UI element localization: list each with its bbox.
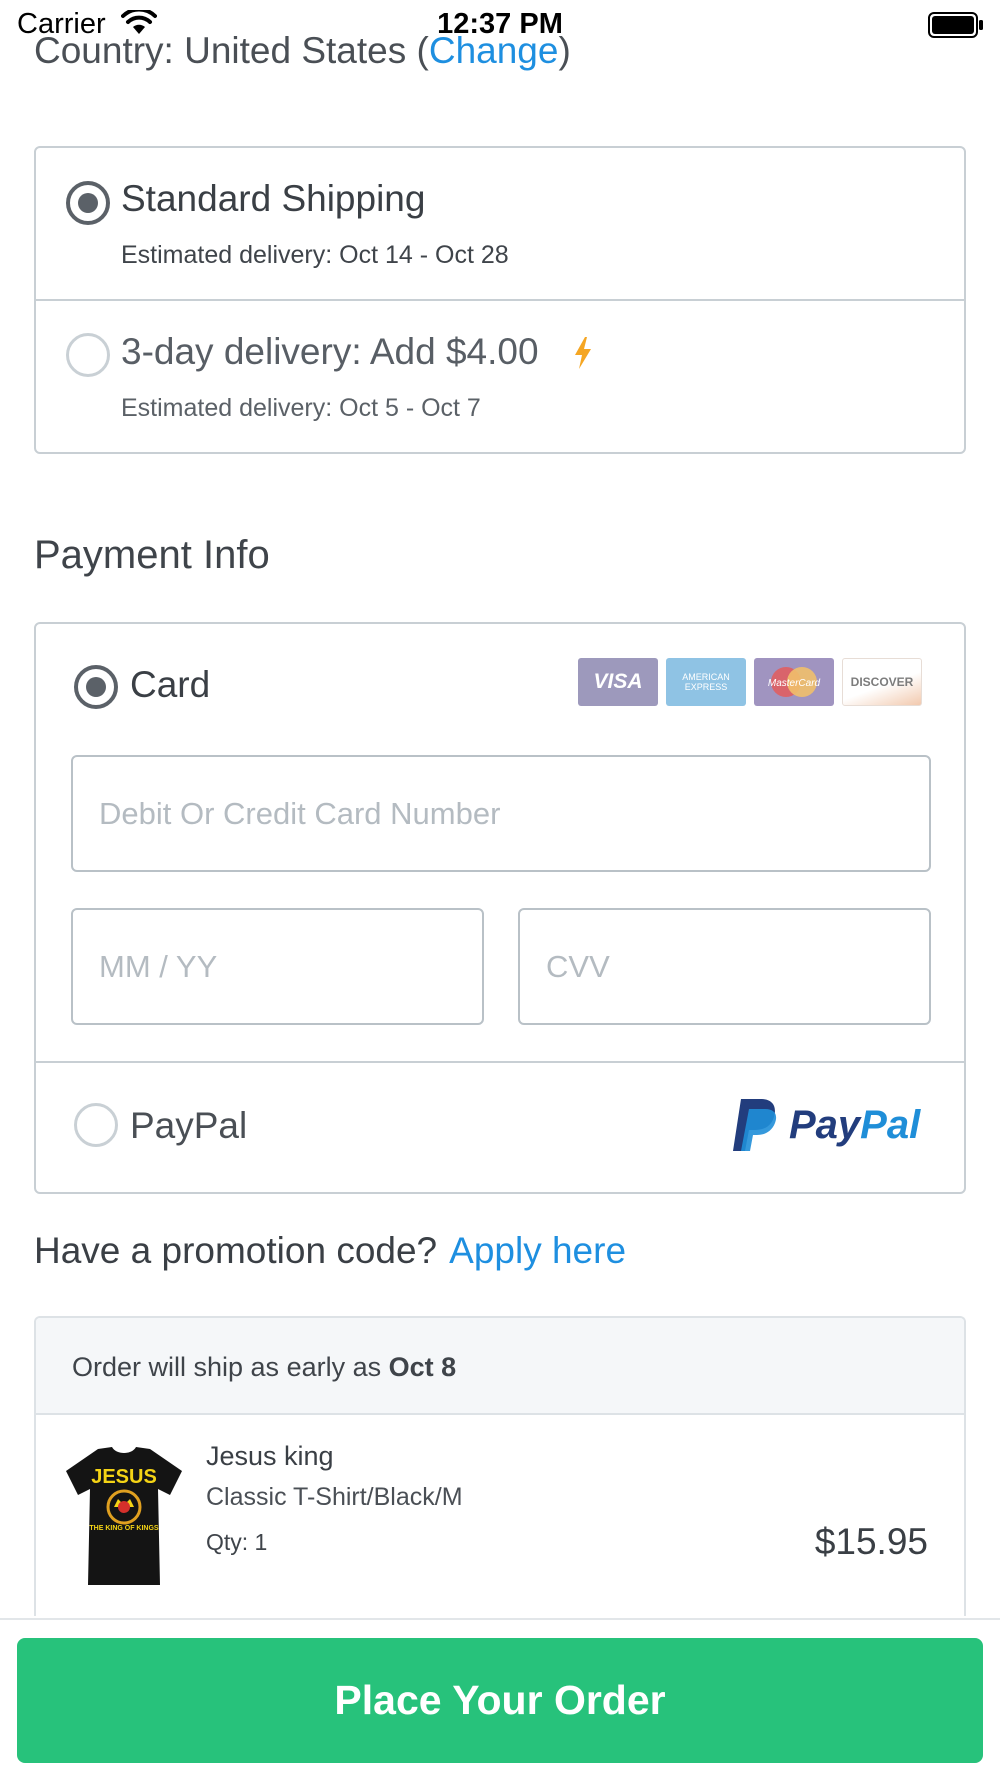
paypal-label: PayPal bbox=[130, 1105, 248, 1146]
cvv-field[interactable] bbox=[518, 908, 931, 1025]
expiry-input[interactable] bbox=[73, 910, 482, 1023]
cvv-input[interactable] bbox=[520, 910, 929, 1023]
mastercard-logo-icon: MasterCard bbox=[754, 658, 834, 706]
status-bar: Carrier 12:37 PM bbox=[0, 0, 1000, 50]
lightning-bolt-icon bbox=[575, 337, 591, 369]
mastercard-text: MasterCard bbox=[768, 678, 821, 689]
product-quantity: Qty: 1 bbox=[206, 1529, 268, 1555]
bottom-action-bar: Place Your Order bbox=[0, 1618, 1000, 1778]
paypal-p-icon bbox=[733, 1099, 777, 1151]
card-number-field[interactable] bbox=[71, 755, 931, 872]
battery-icon bbox=[928, 12, 983, 38]
shirt-print-title: JESUS bbox=[91, 1466, 157, 1488]
discover-logo-icon: DISCOVER bbox=[842, 658, 922, 706]
shipping-option-standard[interactable]: Standard Shipping Estimated delivery: Oc… bbox=[36, 148, 964, 301]
shipping-option-3day[interactable]: 3-day delivery: Add $4.00 Estimated deli… bbox=[36, 301, 964, 454]
product-tshirt-image: JESUS THE KING OF KINGS bbox=[66, 1447, 182, 1585]
mastercard-circles-icon: MasterCard bbox=[768, 667, 821, 697]
order-ship-banner: Order will ship as early as Oct 8 bbox=[36, 1318, 964, 1415]
paypal-logo: PayPal bbox=[731, 1097, 931, 1153]
shipping-option-estimate: Estimated delivery: Oct 14 - Oct 28 bbox=[121, 241, 509, 269]
shipping-option-title: Standard Shipping bbox=[121, 178, 426, 219]
payment-info-title: Payment Info bbox=[34, 533, 270, 577]
order-ship-text: Order will ship as early as Oct 8 bbox=[72, 1352, 456, 1383]
product-variant: Classic T-Shirt/Black/M bbox=[206, 1483, 463, 1511]
payment-methods: Card VISA AMERICAN EXPRESS MasterCard DI… bbox=[34, 622, 966, 1194]
payment-option-paypal[interactable]: PayPal PayPal bbox=[36, 1063, 964, 1194]
card-label: Card bbox=[130, 664, 211, 705]
promo-question: Have a promotion code? bbox=[34, 1230, 438, 1271]
product-price: $15.95 bbox=[814, 1521, 928, 1562]
card-radio[interactable] bbox=[74, 665, 118, 709]
shipping-option-estimate: Estimated delivery: Oct 5 - Oct 7 bbox=[121, 394, 481, 422]
paypal-radio[interactable] bbox=[74, 1103, 118, 1147]
place-order-button[interactable]: Place Your Order bbox=[17, 1638, 983, 1763]
shirt-print-subtitle: THE KING OF KINGS bbox=[89, 1525, 159, 1532]
paypal-wordmark-pay: Pay bbox=[789, 1103, 861, 1147]
status-time: 12:37 PM bbox=[437, 8, 563, 40]
apply-promo-link[interactable]: Apply here bbox=[449, 1230, 626, 1271]
shipping-options: Standard Shipping Estimated delivery: Oc… bbox=[34, 146, 966, 454]
standard-shipping-radio[interactable] bbox=[66, 181, 110, 225]
shipping-option-title: 3-day delivery: Add $4.00 bbox=[121, 331, 539, 372]
expiry-field[interactable] bbox=[71, 908, 484, 1025]
order-summary: Order will ship as early as Oct 8 JESUS … bbox=[34, 1316, 966, 1616]
order-ship-label: Order will ship as early as bbox=[72, 1352, 382, 1382]
card-number-input[interactable] bbox=[73, 757, 929, 870]
product-name: Jesus king bbox=[206, 1441, 334, 1471]
paypal-wordmark-pal: Pal bbox=[860, 1103, 921, 1147]
visa-logo-icon: VISA bbox=[578, 658, 658, 706]
paypal-wordmark: PayPal bbox=[789, 1103, 920, 1148]
order-ship-date: Oct 8 bbox=[388, 1352, 457, 1382]
three-day-shipping-radio[interactable] bbox=[66, 333, 110, 377]
payment-option-card[interactable]: Card VISA AMERICAN EXPRESS MasterCard DI… bbox=[36, 624, 964, 1063]
amex-logo-icon: AMERICAN EXPRESS bbox=[666, 658, 746, 706]
promo-code-row: Have a promotion code? Apply here bbox=[34, 1230, 626, 1272]
card-logos: VISA AMERICAN EXPRESS MasterCard DISCOVE… bbox=[578, 658, 938, 708]
